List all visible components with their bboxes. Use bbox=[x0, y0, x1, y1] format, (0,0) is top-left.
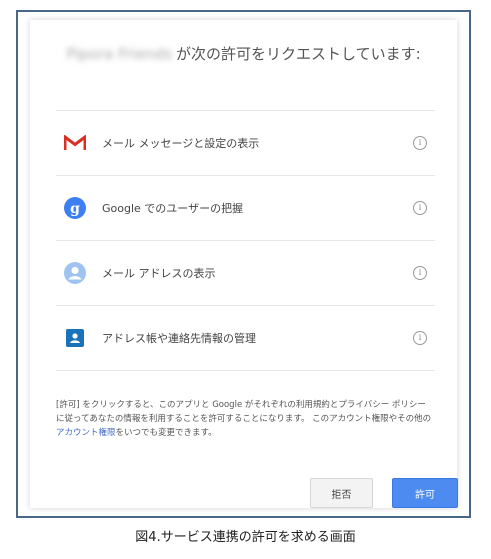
info-icon[interactable]: i bbox=[413, 136, 427, 150]
permission-label: アドレス帳や連絡先情報の管理 bbox=[102, 332, 256, 345]
disclaimer-text: [許可] をクリックすると、このアプリと Google がそれぞれの利用規約とプ… bbox=[56, 398, 433, 440]
info-icon[interactable]: i bbox=[413, 266, 427, 280]
account-permissions-link[interactable]: アカウント権限 bbox=[56, 428, 116, 438]
permission-item-google-profile: g Google でのユーザーの把握 i bbox=[56, 175, 435, 240]
person-icon bbox=[62, 260, 88, 286]
allow-button[interactable]: 許可 bbox=[392, 478, 458, 508]
figure-caption: 図4.サービス連携の許可を求める画面 bbox=[135, 530, 356, 545]
permission-label: Google でのユーザーの把握 bbox=[102, 202, 244, 215]
permission-dialog: Pipora Friends が次の許可をリクエストしています: メール メッセー… bbox=[30, 20, 458, 508]
permission-item-email: メール アドレスの表示 i bbox=[56, 240, 435, 305]
info-icon[interactable]: i bbox=[413, 201, 427, 215]
permission-label: メール アドレスの表示 bbox=[102, 267, 216, 280]
figure-frame: Pipora Friends が次の許可をリクエストしています: メール メッセー… bbox=[16, 10, 471, 518]
disclaimer-part1: [許可] をクリックすると、このアプリと Google がそれぞれの利用規約とプ… bbox=[56, 400, 432, 424]
svg-text:g: g bbox=[70, 201, 80, 217]
contacts-icon bbox=[62, 325, 88, 351]
permission-list: メール メッセージと設定の表示 i g Google でのユーザーの把握 i メ… bbox=[56, 110, 435, 371]
deny-button[interactable]: 拒否 bbox=[310, 478, 373, 508]
permission-label: メール メッセージと設定の表示 bbox=[102, 137, 260, 150]
permission-item-gmail: メール メッセージと設定の表示 i bbox=[56, 110, 435, 175]
permission-item-contacts: アドレス帳や連絡先情報の管理 i bbox=[56, 305, 435, 371]
google-plus-icon: g bbox=[62, 195, 88, 221]
app-name: Pipora Friends bbox=[66, 45, 173, 63]
gmail-icon bbox=[62, 130, 88, 156]
disclaimer-part2: をいつでも変更できます。 bbox=[115, 428, 217, 438]
title-suffix: が次の許可をリクエストしています: bbox=[176, 45, 421, 63]
dialog-title: Pipora Friends が次の許可をリクエストしています: bbox=[52, 42, 435, 66]
info-icon[interactable]: i bbox=[413, 331, 427, 345]
